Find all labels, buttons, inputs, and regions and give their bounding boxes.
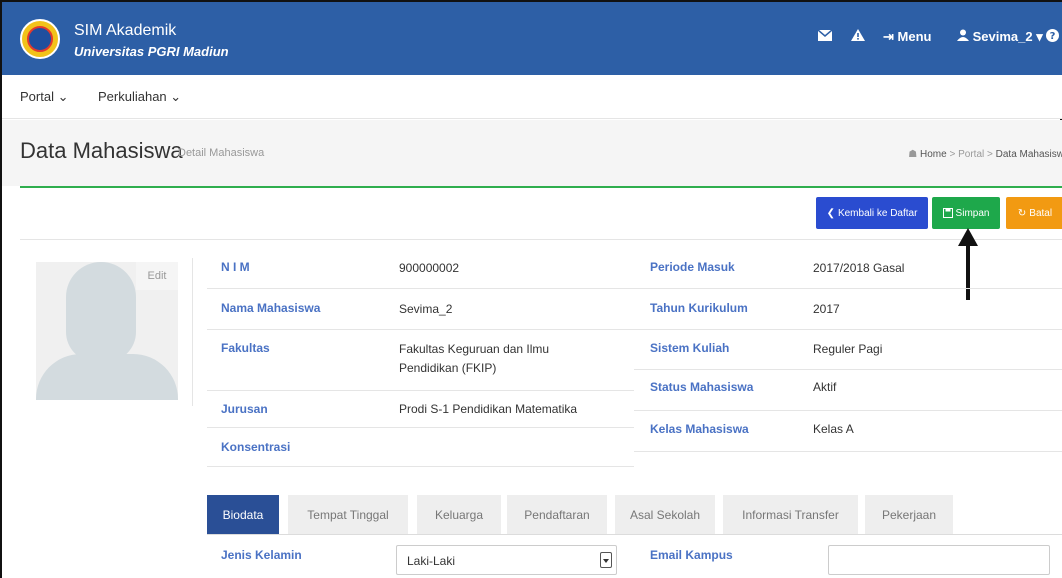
tab-asal-sekolah[interactable]: Asal Sekolah bbox=[615, 495, 715, 534]
email-kampus-label: Email Kampus bbox=[650, 548, 733, 562]
jenis-kelamin-select[interactable]: Laki-Laki bbox=[396, 545, 617, 575]
back-label: Kembali ke Daftar bbox=[837, 207, 918, 219]
tabs-divider bbox=[207, 534, 1062, 535]
fakultas-value-line1: Fakultas Keguruan dan Ilmu bbox=[399, 342, 550, 356]
status-mahasiswa-label: Status Mahasiswa bbox=[650, 380, 754, 394]
menu-portal[interactable]: Portal ⌄ bbox=[20, 89, 69, 105]
email-kampus-input[interactable] bbox=[828, 545, 1050, 575]
caret-down-icon: ▾ bbox=[1036, 29, 1043, 44]
user-menu[interactable]: Sevima_2 ▾ bbox=[957, 29, 1043, 45]
status-mahasiswa-value: Aktif bbox=[813, 380, 837, 394]
caret-down-icon bbox=[600, 552, 612, 568]
annotation-arrow-shaft bbox=[966, 242, 970, 300]
menu-button[interactable]: ⇥ Menu bbox=[883, 29, 931, 45]
app-subtitle: Universitas PGRI Madiun bbox=[74, 44, 229, 59]
breadcrumb-home[interactable]: Home bbox=[920, 149, 947, 160]
warning-icon[interactable] bbox=[851, 29, 865, 44]
tahun-kurikulum-label: Tahun Kurikulum bbox=[650, 301, 748, 315]
tab-pekerjaan[interactable]: Pekerjaan bbox=[865, 495, 953, 534]
envelope-icon[interactable] bbox=[817, 29, 833, 44]
breadcrumb: ☗ Home > Portal > Data Mahasisw bbox=[908, 149, 1062, 160]
nama-value: Sevima_2 bbox=[399, 302, 453, 316]
avatar-divider bbox=[192, 258, 193, 406]
jurusan-label: Jurusan bbox=[221, 402, 268, 416]
refresh-icon: ↻ bbox=[1017, 207, 1027, 219]
nim-label: N I M bbox=[221, 260, 250, 274]
user-icon bbox=[957, 29, 969, 41]
user-label: Sevima_2 bbox=[972, 29, 1033, 44]
kelas-mahasiswa-label: Kelas Mahasiswa bbox=[650, 422, 749, 436]
tab-informasi-transfer[interactable]: Informasi Transfer bbox=[723, 495, 858, 534]
page-title: Data Mahasiswa bbox=[20, 138, 183, 163]
question-circle-icon[interactable]: ? bbox=[1046, 29, 1059, 45]
sistem-kuliah-label: Sistem Kuliah bbox=[650, 341, 730, 355]
cancel-button[interactable]: ↻ Batal bbox=[1006, 197, 1062, 229]
chevron-down-icon: ⌄ bbox=[57, 89, 69, 104]
save-icon bbox=[942, 208, 953, 218]
tab-keluarga[interactable]: Keluarga bbox=[417, 495, 501, 534]
avatar-edit-button[interactable]: Edit bbox=[136, 262, 178, 290]
fakultas-label: Fakultas bbox=[221, 341, 270, 355]
chevron-down-icon: ⌄ bbox=[170, 89, 182, 104]
tab-pendaftaran[interactable]: Pendaftaran bbox=[507, 495, 607, 534]
save-label: Simpan bbox=[955, 207, 990, 219]
menu-perkuliahan-label: Perkuliahan bbox=[98, 89, 167, 104]
top-navbar: SIM Akademik Universitas PGRI Madiun ⇥ M… bbox=[2, 0, 1062, 75]
jenis-kelamin-value: Laki-Laki bbox=[407, 554, 456, 568]
app-title: SIM Akademik bbox=[74, 22, 177, 39]
save-button[interactable]: Simpan bbox=[932, 197, 1000, 229]
nama-label: Nama Mahasiswa bbox=[221, 301, 321, 315]
toolbar-divider bbox=[20, 239, 1062, 240]
menu-portal-label: Portal bbox=[20, 89, 54, 104]
sign-in-icon: ⇥ bbox=[883, 29, 894, 44]
menu-perkuliahan[interactable]: Perkuliahan ⌄ bbox=[98, 89, 181, 105]
chevron-left-icon: ❮ bbox=[826, 207, 835, 219]
konsentrasi-label: Konsentrasi bbox=[221, 440, 291, 454]
university-logo[interactable] bbox=[20, 19, 60, 59]
jenis-kelamin-label: Jenis Kelamin bbox=[221, 548, 302, 562]
tab-tempat-tinggal[interactable]: Tempat Tinggal bbox=[288, 495, 408, 534]
back-to-list-button[interactable]: ❮ Kembali ke Daftar bbox=[816, 197, 928, 229]
cancel-label: Batal bbox=[1029, 207, 1053, 219]
periode-masuk-value: 2017/2018 Gasal bbox=[813, 261, 905, 275]
periode-masuk-label: Periode Masuk bbox=[650, 260, 735, 274]
sistem-kuliah-value: Reguler Pagi bbox=[813, 342, 883, 356]
page-header: Data Mahasiswa Detail Mahasiswa ☗ Home >… bbox=[2, 120, 1062, 186]
main-menubar: Portal ⌄ Perkuliahan ⌄ bbox=[2, 75, 1062, 119]
home-icon: ☗ bbox=[908, 149, 918, 160]
fakultas-value-line2: Pendidikan (FKIP) bbox=[399, 361, 497, 375]
jurusan-value: Prodi S-1 Pendidikan Matematika bbox=[399, 402, 578, 416]
breadcrumb-portal[interactable]: Portal bbox=[958, 149, 984, 160]
svg-text:?: ? bbox=[1050, 31, 1056, 42]
nim-value: 900000002 bbox=[399, 261, 460, 275]
page-subtitle: Detail Mahasiswa bbox=[178, 147, 265, 159]
kelas-mahasiswa-value: Kelas A bbox=[813, 422, 854, 436]
tahun-kurikulum-value: 2017 bbox=[813, 302, 840, 316]
tab-biodata[interactable]: Biodata bbox=[207, 495, 279, 534]
menu-label: Menu bbox=[897, 29, 932, 44]
breadcrumb-current: Data Mahasisw bbox=[995, 149, 1062, 160]
